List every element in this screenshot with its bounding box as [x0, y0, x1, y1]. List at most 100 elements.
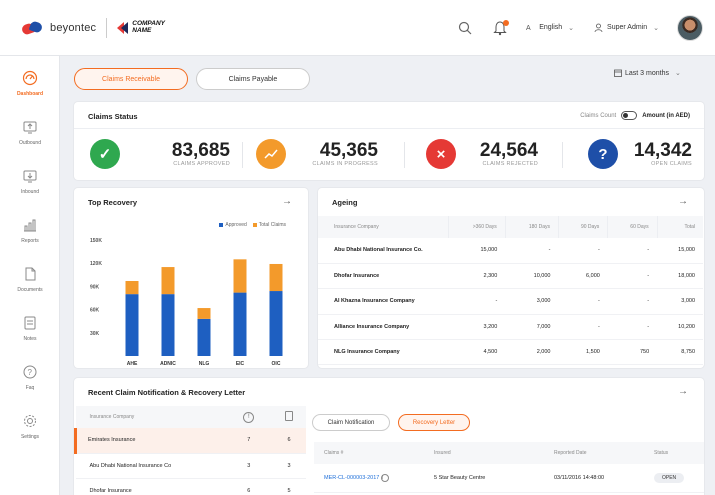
stat-divider — [562, 142, 563, 168]
sidebar-item-reports[interactable]: Reports — [0, 217, 60, 244]
table-row[interactable]: Dhofar Insurance 6 5 — [75, 478, 306, 495]
period-selector[interactable]: Last 3 months ⌄ — [614, 69, 681, 77]
sidebar-item-faq[interactable]: ? Faq — [0, 364, 60, 391]
dashboard-icon — [22, 70, 38, 86]
table-cell: 1,500 — [558, 339, 608, 366]
table-row[interactable]: Abu Dhabi National Insurance Co. 15,000- -… — [318, 238, 703, 264]
bar-total-claims[interactable] — [269, 263, 283, 292]
table-cell: 3,200 — [448, 314, 506, 341]
table-row[interactable]: Dhofar Insurance 2,300 10,000 6,000-18,000 — [318, 263, 703, 290]
stat-value: 14,342 — [633, 140, 692, 161]
table-cell: - — [607, 238, 658, 264]
y-tick-label: 90K — [90, 284, 100, 290]
trend-icon — [256, 139, 286, 169]
notes-icon — [24, 316, 36, 330]
tab-claims-payable[interactable]: Claims Payable — [196, 68, 310, 90]
bar-total-claims[interactable] — [233, 259, 247, 293]
bar-approved[interactable] — [197, 318, 211, 356]
table-cell: 03/11/2016 14:48:00 — [544, 464, 644, 493]
column-header: 90 Days — [558, 216, 609, 238]
company-logo: COMPANY NAME — [117, 20, 165, 34]
table-row[interactable]: Alliance Insurance Company 3,200 7,000- -10… — [318, 314, 703, 341]
top-recovery-title: Top Recovery — [88, 198, 138, 207]
sidebar-item-inbound[interactable]: Inbound — [0, 168, 60, 195]
table-cell: 7,000 — [505, 314, 559, 341]
sidebar-item-label: Faq — [25, 385, 35, 391]
faq-icon: ? — [23, 365, 37, 379]
table-row[interactable]: MER-CL-000003-2017 i 5 Star Beauty Centr… — [314, 464, 704, 493]
table-row[interactable]: NLG Insurance Company 4,500 2,000 1,500 750 8… — [318, 339, 703, 366]
user-name: Super Admin — [607, 24, 648, 31]
sidebar-item-label: Dashboard — [16, 91, 44, 97]
bar-approved[interactable] — [233, 292, 247, 356]
arrow-right-icon[interactable]: → — [282, 196, 292, 207]
user-menu[interactable]: Super Admin ⌄ — [594, 23, 659, 32]
table-cell: 10,200 — [657, 314, 703, 341]
stat-approved: ✓ 83,685 CLAIMS APPROVED — [90, 134, 230, 174]
table-cell: - — [607, 288, 658, 315]
column-header: Total — [657, 216, 703, 238]
logo-divider — [106, 17, 108, 38]
stat-value: 83,685 — [171, 140, 230, 161]
ageing-table: Insurance Company >360 Days 180 Days 90 … — [318, 216, 703, 366]
sidebar-item-label: Outbound — [19, 140, 41, 146]
stat-caption: CLAIMS APPROVED — [173, 161, 230, 167]
y-tick-label: 150K — [90, 238, 102, 244]
documents-icon — [25, 267, 36, 281]
table-row[interactable]: Abu Dhabi National Insurance Co 3 3 — [75, 453, 306, 479]
avatar[interactable] — [677, 14, 703, 41]
stat-caption: CLAIMS IN PROGRESS — [312, 161, 378, 167]
column-header: Insurance Company — [75, 406, 226, 428]
sidebar: Dashboard Outbound Inbound Reports Docum… — [0, 56, 60, 495]
brand-logo[interactable]: beyontec COMPANY NAME — [0, 17, 165, 38]
tab-claims-receivable[interactable]: Claims Receivable — [74, 68, 188, 90]
claims-toggle[interactable]: Claims Count Amount (in AED) — [580, 111, 690, 120]
bar-total-claims[interactable] — [197, 308, 211, 319]
bar-approved[interactable] — [161, 294, 175, 356]
user-icon — [594, 23, 603, 32]
stat-in-progress: 45,365 CLAIMS IN PROGRESS — [256, 134, 378, 174]
search-icon[interactable] — [458, 21, 472, 35]
status-badge: OPEN — [654, 472, 685, 483]
toggle-switch[interactable] — [621, 111, 638, 120]
stat-caption: OPEN CLAIMS — [651, 161, 692, 167]
table-cell: 10,000 — [505, 263, 559, 290]
bar-approved[interactable] — [269, 291, 283, 356]
column-header: Reported Date — [544, 442, 644, 464]
bar-total-claims[interactable] — [161, 267, 175, 295]
sidebar-item-settings[interactable]: Settings — [0, 413, 60, 440]
bar-approved[interactable] — [125, 294, 139, 356]
notification-bell-icon[interactable] — [492, 19, 510, 36]
x-tick-label: EIC — [236, 361, 245, 367]
language-selector[interactable]: A English ⌄ — [526, 23, 574, 32]
table-cell: - — [505, 238, 559, 264]
svg-text:?: ? — [28, 368, 33, 377]
reports-icon — [24, 219, 36, 232]
sidebar-item-notes[interactable]: Notes — [0, 315, 60, 342]
table-cell: 15,000 — [657, 238, 703, 264]
ageing-card: Ageing → Insurance Company >360 Days 180… — [318, 188, 704, 368]
stat-divider — [242, 142, 243, 168]
arrow-right-icon[interactable]: → — [678, 196, 688, 207]
tab-claim-notification[interactable]: Claim Notification — [312, 414, 390, 431]
table-cell: 3 — [272, 453, 306, 479]
bar-total-claims[interactable] — [125, 280, 139, 295]
y-tick-label: 120K — [90, 261, 102, 267]
claim-number-link[interactable]: MER-CL-000003-2017 i — [314, 464, 424, 493]
check-icon: ✓ — [90, 139, 120, 169]
table-cell: Abu Dhabi National Insurance Co — [75, 453, 226, 479]
toggle-right-label: Amount (in AED) — [642, 112, 690, 119]
arrow-right-icon[interactable]: → — [678, 386, 688, 397]
ageing-title: Ageing — [332, 198, 358, 207]
sidebar-item-dashboard[interactable]: Dashboard — [0, 70, 60, 97]
table-cell: OPEN — [644, 464, 704, 493]
column-header: ! — [225, 406, 273, 428]
table-row[interactable]: Al Khazna Insurance Company -3,000- -3,000 — [318, 288, 703, 315]
x-icon: × — [426, 139, 456, 169]
tab-recovery-letter[interactable]: Recovery Letter — [398, 414, 470, 431]
stat-open: ? 14,342 OPEN CLAIMS — [588, 134, 692, 174]
sidebar-item-documents[interactable]: Documents — [0, 266, 60, 293]
sidebar-item-outbound[interactable]: Outbound — [0, 119, 60, 146]
column-header: 60 Days — [607, 216, 658, 238]
table-row[interactable]: Emirates Insurance 7 6 — [74, 428, 306, 454]
